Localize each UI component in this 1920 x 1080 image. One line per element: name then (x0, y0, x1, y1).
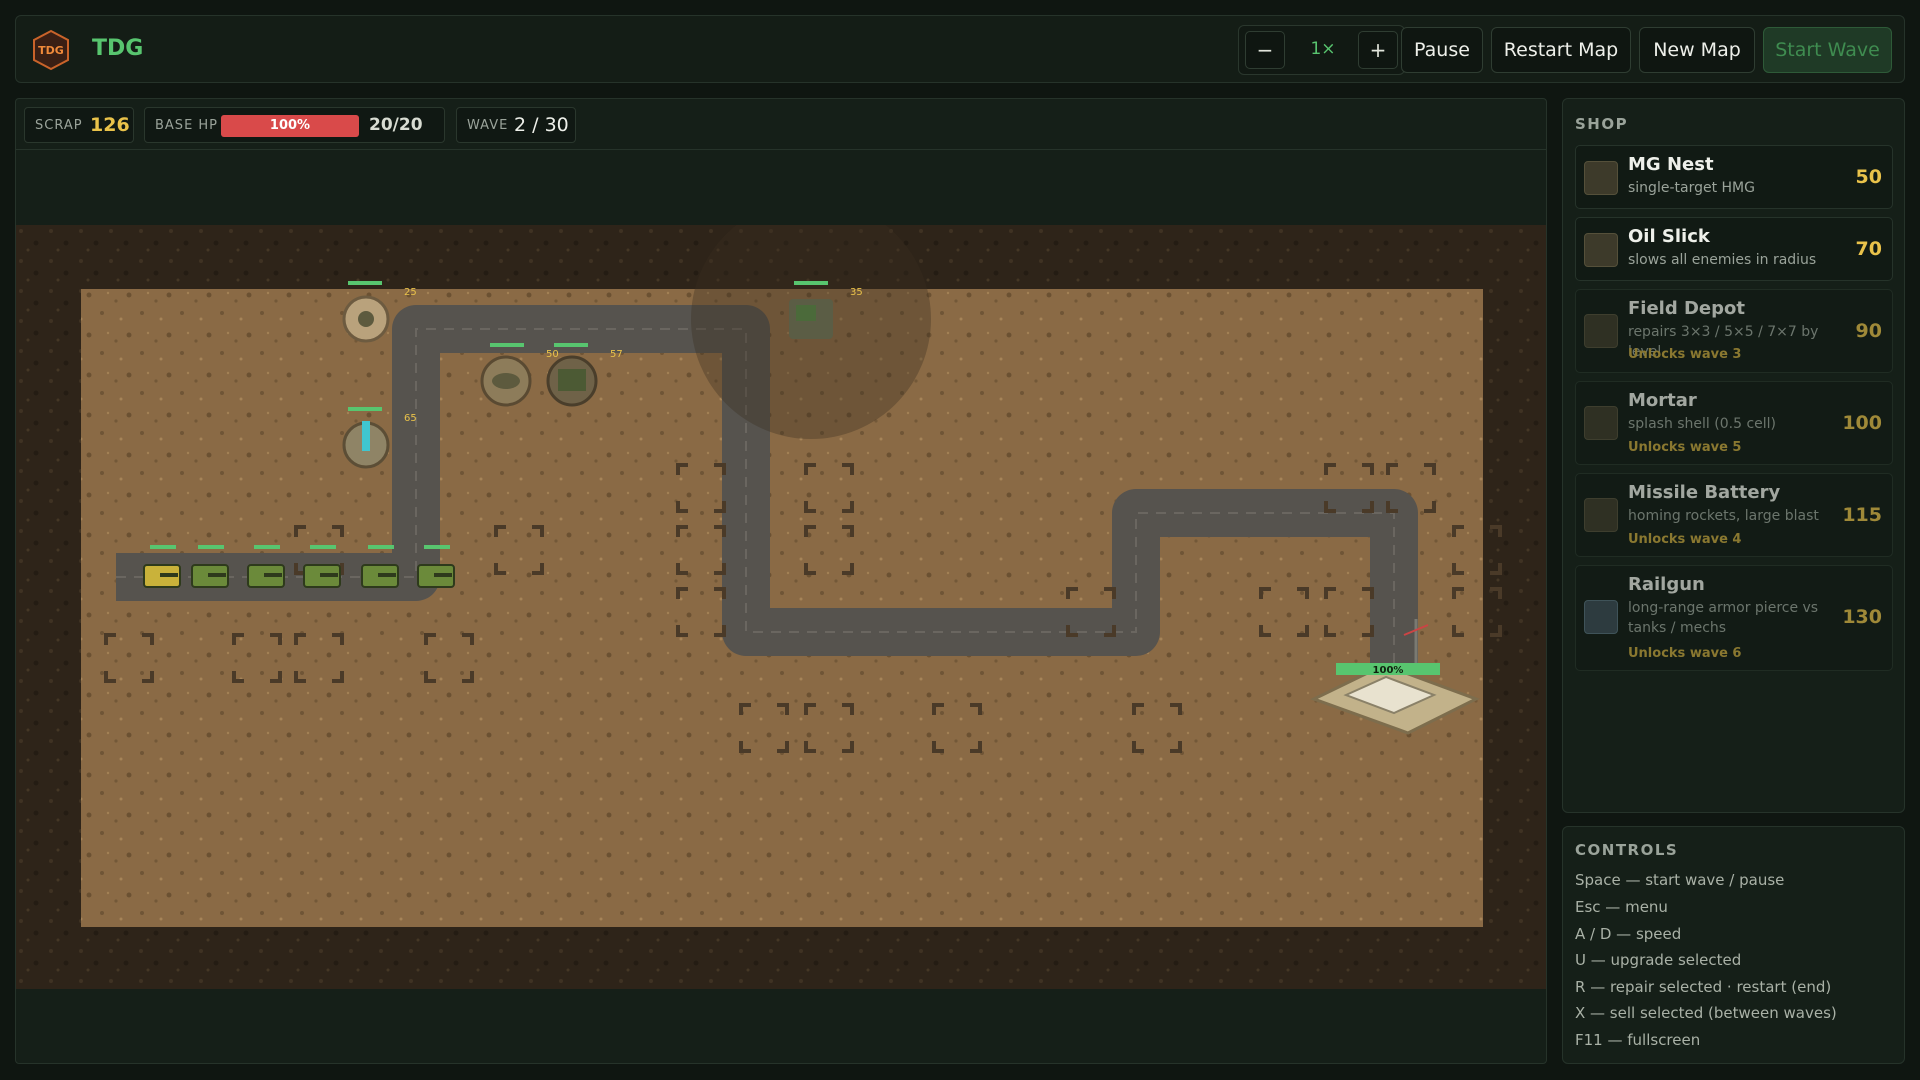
shop-item-unlock: Unlocks wave 3 (1628, 347, 1742, 362)
control-hint: Esc — menu (1575, 898, 1668, 916)
statbar-divider (16, 149, 1546, 150)
shop-item-cost: 50 (1855, 166, 1882, 188)
shop-item-name: MG Nest (1628, 154, 1714, 175)
tower-level-label: 57 (610, 349, 623, 360)
top-bar: TDG TDG − 1× + Pause Restart Map New Map… (15, 15, 1905, 83)
shop-item-cost: 90 (1855, 320, 1882, 342)
railgun-icon (1584, 600, 1618, 634)
control-hint: X — sell selected (between waves) (1575, 1004, 1837, 1022)
mg-nest-icon (1584, 161, 1618, 195)
field-depot-icon (1584, 314, 1618, 348)
shop-item-railgun[interactable]: Railgun long-range armor pierce vs tanks… (1575, 565, 1893, 671)
base-hp-percent: 100% (269, 118, 311, 133)
shop-item-cost: 70 (1855, 238, 1882, 260)
speed-increase-button[interactable]: + (1358, 31, 1398, 69)
shop-item-cost: 130 (1842, 606, 1882, 628)
logo-icon: TDG (33, 29, 69, 71)
start-wave-button[interactable]: Start Wave (1763, 27, 1892, 73)
oil-slick-icon (1584, 233, 1618, 267)
shop-item-mortar[interactable]: Mortar splash shell (0.5 cell) Unlocks w… (1575, 381, 1893, 465)
tower-level-label: 50 (546, 349, 559, 360)
control-hint: F11 — fullscreen (1575, 1031, 1701, 1049)
mortar-icon (1584, 406, 1618, 440)
game-panel: SCRAP 126 BASE HP 100% 20/20 WAVE 2 / 30 (15, 98, 1547, 1064)
shop-panel: SHOP MG Nest single-target HMG 50 Oil Sl… (1562, 98, 1905, 813)
speed-value: 1× (1310, 39, 1336, 59)
svg-text:TDG: TDG (38, 44, 64, 57)
shop-item-desc: long-range armor pierce vs tanks / mechs (1628, 600, 1819, 636)
pause-button[interactable]: Pause (1401, 27, 1483, 73)
shop-item-name: Oil Slick (1628, 226, 1710, 247)
control-hint: A / D — speed (1575, 925, 1682, 943)
shop-item-name: Railgun (1628, 574, 1705, 595)
scrap-label: SCRAP (35, 118, 83, 133)
shop-item-desc: single-target HMG (1628, 180, 1755, 196)
map-canvas[interactable]: 25 50 57 65 35 100% (16, 225, 1547, 989)
control-hint: U — upgrade selected (1575, 951, 1742, 969)
speed-control: − 1× + (1238, 25, 1405, 75)
shop-item-desc: slows all enemies in radius (1628, 252, 1817, 268)
shop-title: SHOP (1575, 115, 1629, 133)
shop-item-name: Missile Battery (1628, 482, 1781, 503)
game-map[interactable]: 25 50 57 65 35 100% (16, 225, 1547, 989)
scrap-stat: SCRAP 126 (24, 107, 134, 143)
shop-item-missile-battery[interactable]: Missile Battery homing rockets, large bl… (1575, 473, 1893, 557)
new-map-button[interactable]: New Map (1639, 27, 1755, 73)
shop-item-oil-slick[interactable]: Oil Slick slows all enemies in radius 70 (1575, 217, 1893, 281)
controls-title: CONTROLS (1575, 841, 1679, 859)
base-hp-label: BASE HP (155, 118, 219, 133)
shop-item-desc: splash shell (0.5 cell) (1628, 416, 1777, 432)
controls-panel: CONTROLS Space — start wave / pause Esc … (1562, 826, 1905, 1064)
base-hp-value: 20/20 (369, 115, 423, 135)
wave-label: WAVE (467, 118, 509, 133)
control-hint: R — repair selected · restart (end) (1575, 978, 1832, 996)
scrap-value: 126 (90, 114, 130, 136)
shop-item-name: Mortar (1628, 390, 1697, 411)
wave-value: 2 / 30 (514, 114, 569, 136)
shop-item-unlock: Unlocks wave 5 (1628, 440, 1742, 455)
shop-item-desc: homing rockets, large blast (1628, 508, 1819, 524)
shop-item-unlock: Unlocks wave 6 (1628, 646, 1742, 661)
control-hint: Space — start wave / pause (1575, 871, 1785, 889)
shop-item-mg-nest[interactable]: MG Nest single-target HMG 50 (1575, 145, 1893, 209)
base-hp-stat: BASE HP 100% 20/20 (144, 107, 445, 143)
base-hp-bar: 100% (221, 115, 359, 137)
speed-decrease-button[interactable]: − (1245, 31, 1285, 69)
shop-item-cost: 100 (1842, 412, 1882, 434)
app-title: TDG (92, 36, 144, 61)
base-health-label: 100% (1373, 665, 1404, 676)
shop-item-cost: 115 (1842, 504, 1882, 526)
tower-level-label: 65 (404, 413, 417, 424)
shop-item-unlock: Unlocks wave 4 (1628, 532, 1742, 547)
shop-item-name: Field Depot (1628, 298, 1745, 319)
shop-item-field-depot[interactable]: Field Depot repairs 3×3 / 5×5 / 7×7 by l… (1575, 289, 1893, 373)
restart-map-button[interactable]: Restart Map (1491, 27, 1631, 73)
wave-stat: WAVE 2 / 30 (456, 107, 576, 143)
missile-battery-icon (1584, 498, 1618, 532)
tower-level-label: 35 (850, 287, 863, 298)
tower-level-label: 25 (404, 287, 417, 298)
